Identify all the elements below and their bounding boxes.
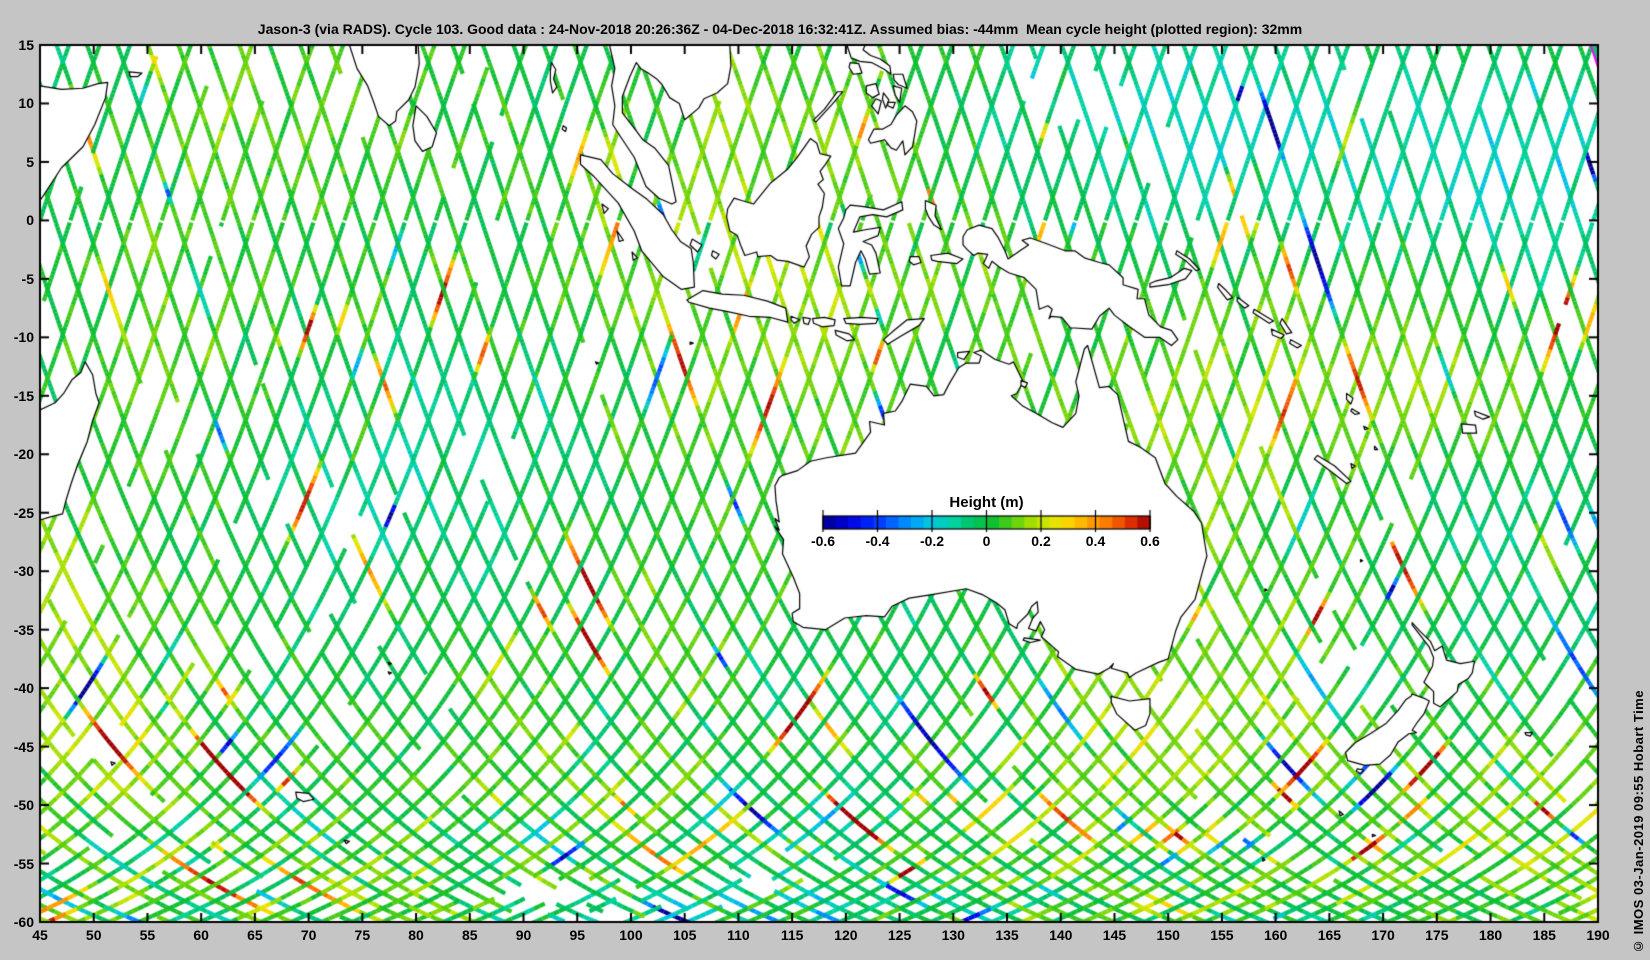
x-tick-label: 90 xyxy=(515,927,532,943)
page-title: Jason-3 (via RADS). Cycle 103. Good data… xyxy=(257,21,1303,37)
x-tick-label: 110 xyxy=(727,927,750,943)
x-tick-label: 130 xyxy=(941,927,965,943)
x-tick-label: 190 xyxy=(1586,927,1610,943)
y-tick-label: 5 xyxy=(26,153,34,170)
y-tick-label: -60 xyxy=(13,914,34,930)
x-tick-label: 170 xyxy=(1371,927,1395,943)
y-tick-label: -45 xyxy=(13,738,34,755)
y-tick-label: -55 xyxy=(13,855,34,872)
y-tick-label: -25 xyxy=(13,504,34,521)
y-tick-label: 15 xyxy=(18,37,34,53)
x-tick-label: 65 xyxy=(247,927,263,943)
x-tick-label: 125 xyxy=(887,927,912,943)
y-tick-label: 0 xyxy=(26,212,34,229)
x-tick-label: 145 xyxy=(1102,927,1127,943)
x-tick-label: 85 xyxy=(461,927,478,943)
colorbar-tick-label: 0.2 xyxy=(1031,533,1051,549)
y-tick-label: -50 xyxy=(13,797,34,814)
x-tick-label: 135 xyxy=(995,927,1019,943)
y-tick-label: 10 xyxy=(18,95,34,112)
x-tick-label: 55 xyxy=(139,927,156,943)
x-tick-label: 75 xyxy=(354,927,371,943)
x-tick-label: 95 xyxy=(569,927,586,943)
x-tick-label: 115 xyxy=(780,927,804,943)
imos-watermark: © IMOS 03-Jan-2019 09:55 Hobart Time xyxy=(1631,690,1646,954)
y-tick-label: -30 xyxy=(13,563,34,580)
colorbar-title: Height (m) xyxy=(949,494,1024,511)
x-tick-label: 160 xyxy=(1263,927,1288,943)
y-tick-label: -10 xyxy=(13,329,34,346)
colorbar-tick-label: 0 xyxy=(982,533,991,549)
x-tick-label: 150 xyxy=(1156,927,1180,943)
x-tick-label: 155 xyxy=(1210,927,1234,943)
x-tick-label: 80 xyxy=(408,927,424,943)
altimetry-track-map-figure: Jason-3 (via RADS). Cycle 103. Good data… xyxy=(0,0,1650,960)
x-tick-label: 120 xyxy=(834,927,858,943)
track-map-canvas xyxy=(0,0,1650,960)
x-tick-label: 105 xyxy=(673,927,697,943)
x-tick-label: 185 xyxy=(1532,927,1556,943)
x-tick-label: 70 xyxy=(300,927,317,943)
colorbar-tick-label: -0.6 xyxy=(810,533,836,549)
x-tick-label: 50 xyxy=(85,927,102,943)
y-tick-label: -15 xyxy=(13,387,34,404)
x-tick-label: 140 xyxy=(1049,927,1073,943)
colorbar-tick-label: 0.4 xyxy=(1085,533,1106,549)
x-tick-label: 175 xyxy=(1425,927,1449,943)
colorbar-tick-label: 0.6 xyxy=(1140,533,1160,549)
x-tick-label: 60 xyxy=(193,927,209,943)
y-tick-label: -5 xyxy=(21,270,34,287)
x-tick-label: 165 xyxy=(1317,927,1342,943)
y-tick-label: -40 xyxy=(13,680,34,697)
colorbar-tick-label: -0.2 xyxy=(919,533,945,549)
y-tick-label: -20 xyxy=(13,446,34,463)
x-tick-label: 180 xyxy=(1478,927,1503,943)
y-tick-label: -35 xyxy=(13,621,34,638)
colorbar-tick-label: -0.4 xyxy=(865,533,890,549)
x-tick-label: 100 xyxy=(619,927,643,943)
